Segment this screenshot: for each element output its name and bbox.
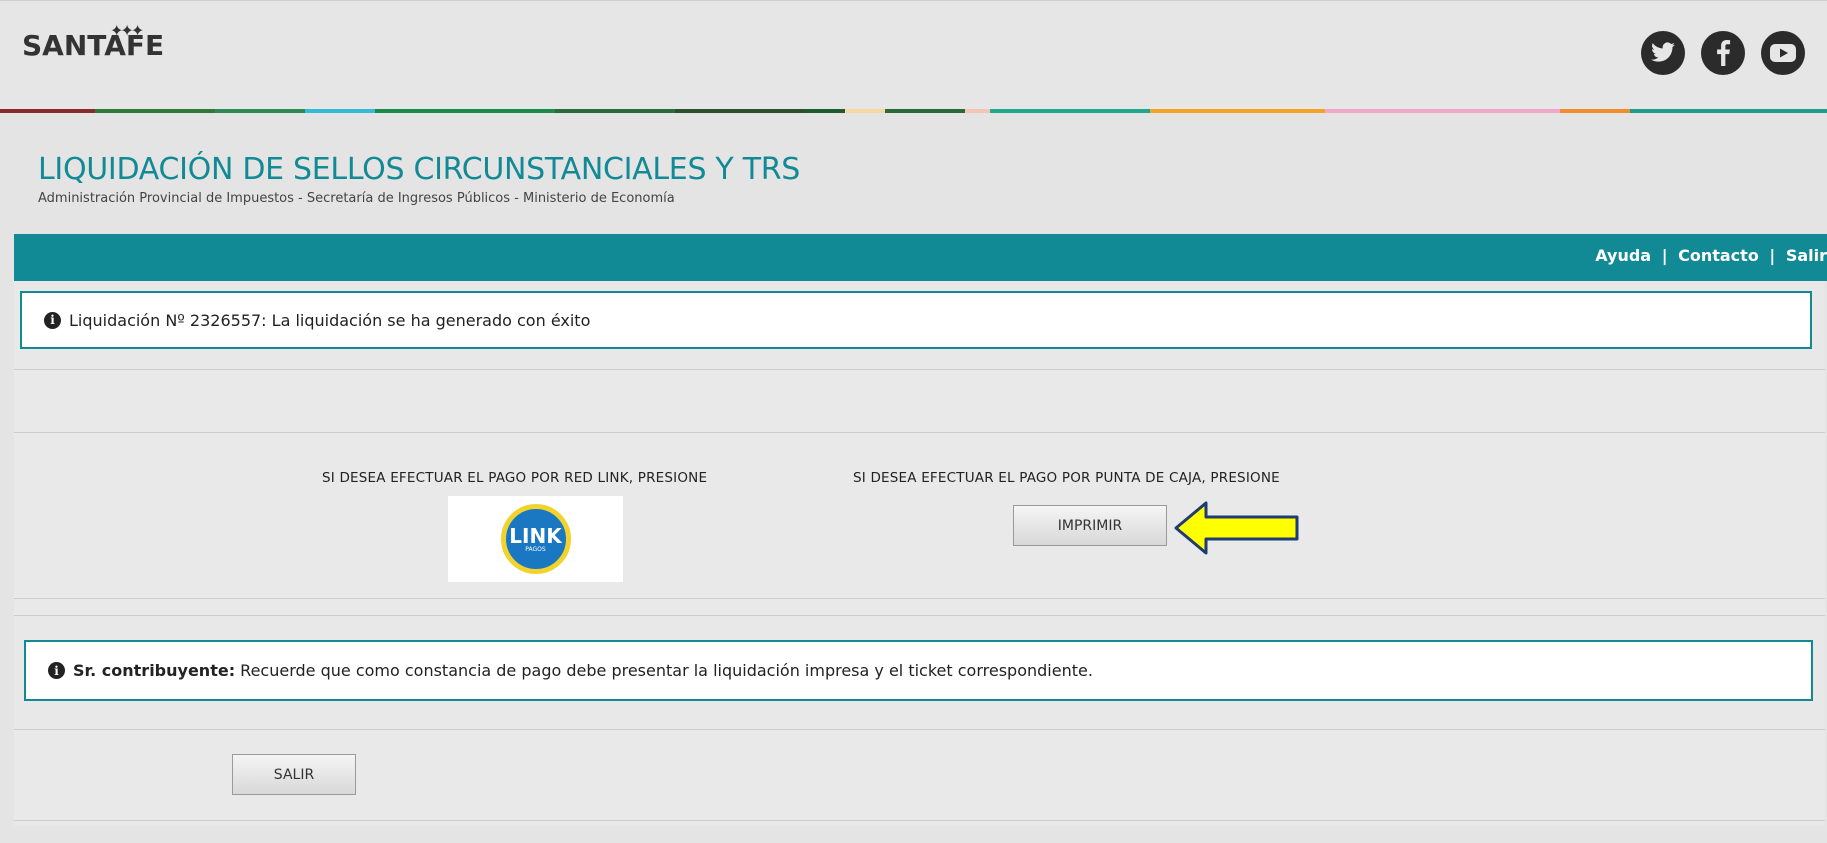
cash-payment-label: SI DESEA EFECTUAR EL PAGO POR PUNTA DE C… bbox=[853, 470, 1280, 486]
spacer-row bbox=[14, 598, 1825, 616]
nav-separator: | bbox=[1661, 246, 1668, 265]
nav-exit-link[interactable]: Salir bbox=[1786, 246, 1827, 265]
site-header: ✦✦✦ SANTAFE bbox=[0, 0, 1827, 113]
santafe-logo[interactable]: ✦✦✦ SANTAFE bbox=[22, 21, 165, 62]
empty-row bbox=[14, 369, 1825, 433]
nav-separator: | bbox=[1769, 246, 1776, 265]
nav-contact-link[interactable]: Contacto bbox=[1678, 246, 1759, 265]
nav-links: Ayuda | Contacto | Salir bbox=[1595, 246, 1827, 265]
notice-bold-label: Sr. contribuyente: bbox=[73, 661, 236, 680]
youtube-icon[interactable] bbox=[1761, 31, 1805, 75]
page-title: LIQUIDACIÓN DE SELLOS CIRCUNSTANCIALES Y… bbox=[38, 152, 801, 187]
link-logo-icon: LINK PAGOS bbox=[500, 504, 571, 574]
page-subtitle: Administración Provincial de Impuestos -… bbox=[38, 191, 675, 206]
success-message-text: Liquidación Nº 2326557: La liquidación s… bbox=[69, 310, 591, 330]
nav-help-link[interactable]: Ayuda bbox=[1595, 246, 1651, 265]
payment-row bbox=[14, 432, 1825, 599]
exit-button[interactable]: SALIR bbox=[232, 754, 356, 795]
link-logo-text: LINK bbox=[509, 523, 562, 548]
color-stripe bbox=[0, 109, 1827, 113]
yellow-arrow-annotation bbox=[1174, 501, 1299, 555]
facebook-icon[interactable] bbox=[1701, 31, 1745, 75]
taxpayer-notice: i Sr. contribuyente: Recuerde que como c… bbox=[24, 640, 1813, 701]
birds-icon: ✦✦✦ bbox=[110, 21, 144, 40]
nav-bar: Ayuda | Contacto | Salir bbox=[14, 234, 1827, 281]
social-links bbox=[1641, 31, 1805, 75]
link-payment-button[interactable]: LINK PAGOS bbox=[448, 496, 623, 582]
print-button[interactable]: IMPRIMIR bbox=[1013, 505, 1167, 546]
logo-text: SANTAFE bbox=[22, 29, 165, 62]
twitter-icon[interactable] bbox=[1641, 31, 1685, 75]
link-payment-label: SI DESEA EFECTUAR EL PAGO POR RED LINK, … bbox=[322, 470, 708, 486]
link-logo-subtext: PAGOS bbox=[525, 545, 546, 553]
success-message: i Liquidación Nº 2326557: La liquidación… bbox=[20, 291, 1812, 349]
info-icon: i bbox=[48, 662, 65, 679]
title-area: LIQUIDACIÓN DE SELLOS CIRCUNSTANCIALES Y… bbox=[38, 152, 800, 206]
notice-text: Recuerde que como constancia de pago deb… bbox=[235, 661, 1093, 680]
info-icon: i bbox=[44, 311, 61, 329]
